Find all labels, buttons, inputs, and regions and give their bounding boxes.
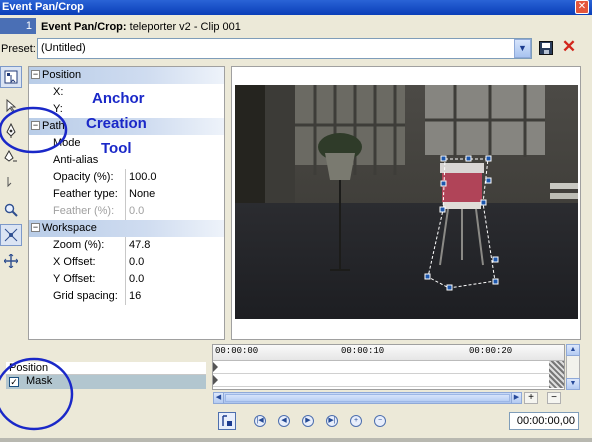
add-keyframe-icon[interactable]: + — [347, 412, 365, 430]
track-number-chip: 1 — [0, 18, 36, 34]
timeline-row-position[interactable] — [213, 361, 564, 374]
property-label: Feather (%): — [53, 205, 115, 217]
section-title: Position — [42, 69, 82, 81]
collapse-icon[interactable]: − — [31, 70, 40, 79]
track-label: Mask — [26, 375, 53, 387]
zoom-out-button[interactable]: − — [547, 392, 561, 404]
property-label: Opacity (%): — [53, 171, 114, 183]
property-row-opacity[interactable]: Opacity (%): 100.0 — [29, 169, 224, 186]
zoom-tool-icon[interactable] — [0, 199, 22, 221]
delete-anchor-tool-icon[interactable] — [0, 171, 22, 193]
scroll-right-icon[interactable]: ▶ — [511, 392, 522, 404]
property-value[interactable]: 47.8 — [125, 237, 224, 254]
zoom-in-button[interactable]: + — [524, 392, 538, 404]
property-value[interactable]: 0.0 — [125, 254, 224, 271]
mask-enable-checkbox[interactable]: ✓ — [9, 377, 19, 387]
section-title: Workspace — [42, 222, 97, 234]
annotation-line-3: Tool — [101, 140, 132, 157]
keyframe-track-list — [3, 344, 211, 440]
enable-snapping-icon[interactable] — [0, 224, 22, 246]
ruler-label: 00:00:20 — [469, 346, 513, 356]
property-row-y-offset[interactable]: Y Offset: 0.0 — [29, 271, 224, 288]
property-label: Y: — [53, 103, 63, 115]
keyframe-marker[interactable] — [213, 375, 218, 385]
preset-dropdown[interactable]: (Untitled) — [37, 38, 532, 59]
delete-keyframe-icon[interactable]: − — [371, 412, 389, 430]
track-position[interactable]: Position — [6, 362, 206, 375]
dialog-heading: Event Pan/Crop: teleporter v2 - Clip 001 — [41, 20, 241, 34]
track-label: Position — [9, 362, 49, 374]
video-frame-image — [235, 85, 578, 319]
last-keyframe-icon[interactable]: ▶| — [323, 412, 341, 430]
animate-icon[interactable] — [218, 412, 236, 430]
next-keyframe-icon[interactable]: ▶ — [299, 412, 317, 430]
section-position[interactable]: − Position — [29, 67, 224, 84]
property-value[interactable]: None — [125, 186, 224, 203]
close-button[interactable]: ✕ — [575, 0, 589, 14]
ruler-label: 00:00:00 — [215, 346, 259, 356]
preset-value: (Untitled) — [41, 42, 86, 54]
pointer-tool-icon[interactable] — [0, 95, 22, 117]
collapse-icon[interactable]: − — [31, 223, 40, 232]
property-label: X Offset: — [53, 256, 96, 268]
property-row-zoom[interactable]: Zoom (%): 47.8 — [29, 237, 224, 254]
property-value: 0.0 — [125, 203, 224, 220]
window-title: Event Pan/Crop — [2, 1, 84, 13]
timeline-end-hatch — [549, 361, 564, 388]
previous-keyframe-icon[interactable]: ◀ — [275, 412, 293, 430]
scroll-left-icon[interactable]: ◀ — [213, 392, 224, 404]
preset-label: Preset: — [1, 43, 36, 55]
scroll-up-icon[interactable]: ▲ — [566, 344, 580, 356]
property-label: Feather type: — [53, 188, 118, 200]
collapse-icon[interactable]: − — [31, 121, 40, 130]
ruler-label: 00:00:10 — [341, 346, 385, 356]
property-row-grid-spacing[interactable]: Grid spacing: 16 — [29, 288, 224, 305]
property-label: Y Offset: — [53, 273, 96, 285]
property-row-x-offset[interactable]: X Offset: 0.0 — [29, 254, 224, 271]
window-title-bar: Event Pan/Crop — [0, 0, 592, 15]
split-anchor-tool-icon[interactable] — [0, 146, 22, 168]
heading-label: Event Pan/Crop: — [41, 21, 127, 33]
property-grid: − Position X: Y: − Path Mode Anti-alias Op… — [28, 66, 225, 340]
property-label: Grid spacing: — [53, 290, 118, 302]
property-value[interactable]: 100.0 — [125, 169, 224, 186]
close-icon: ✕ — [577, 1, 587, 12]
track-mask[interactable]: Mask — [6, 375, 206, 389]
timeline-row-mask[interactable] — [213, 374, 564, 387]
chevron-down-icon[interactable]: ▼ — [514, 39, 531, 58]
property-label: Zoom (%): — [53, 239, 105, 251]
video-preview[interactable] — [235, 85, 578, 319]
cursor-position-field[interactable]: 00:00:00,00 — [509, 412, 579, 430]
section-workspace[interactable]: − Workspace — [29, 220, 224, 237]
property-row-feather: Feather (%): 0.0 — [29, 203, 224, 220]
property-value[interactable]: 0.0 — [125, 271, 224, 288]
section-title: Path — [42, 120, 65, 132]
property-label: Mode — [53, 137, 81, 149]
normal-edit-tool-icon[interactable] — [0, 66, 22, 88]
first-keyframe-icon[interactable]: |◀ — [251, 412, 269, 430]
scroll-down-icon[interactable]: ▼ — [566, 378, 580, 390]
property-label: X: — [53, 86, 64, 98]
anchor-creation-tool-icon[interactable] — [0, 120, 22, 142]
property-row-feather-type[interactable]: Feather type: None — [29, 186, 224, 203]
status-bar — [0, 438, 592, 442]
property-label: Anti-alias — [53, 154, 99, 166]
property-value[interactable]: 16 — [125, 288, 224, 305]
timeline-vertical-scrollbar[interactable]: ▲ ▼ — [566, 344, 580, 390]
delete-preset-icon[interactable]: ✕ — [561, 37, 577, 57]
move-freely-icon[interactable] — [0, 250, 22, 272]
timeline-ruler[interactable]: 00:00:00 00:00:10 00:00:20 — [213, 345, 564, 361]
timeline-horizontal-scrollbar[interactable]: ◀ ▶ — [213, 392, 522, 404]
scroll-thumb[interactable] — [225, 394, 510, 402]
save-preset-icon[interactable] — [539, 41, 553, 55]
keyframe-marker[interactable] — [213, 362, 218, 372]
heading-clip-name: teleporter v2 - Clip 001 — [126, 21, 241, 33]
annotation-line-2: Creation — [86, 115, 147, 132]
annotation-line-1: Anchor — [92, 90, 145, 107]
